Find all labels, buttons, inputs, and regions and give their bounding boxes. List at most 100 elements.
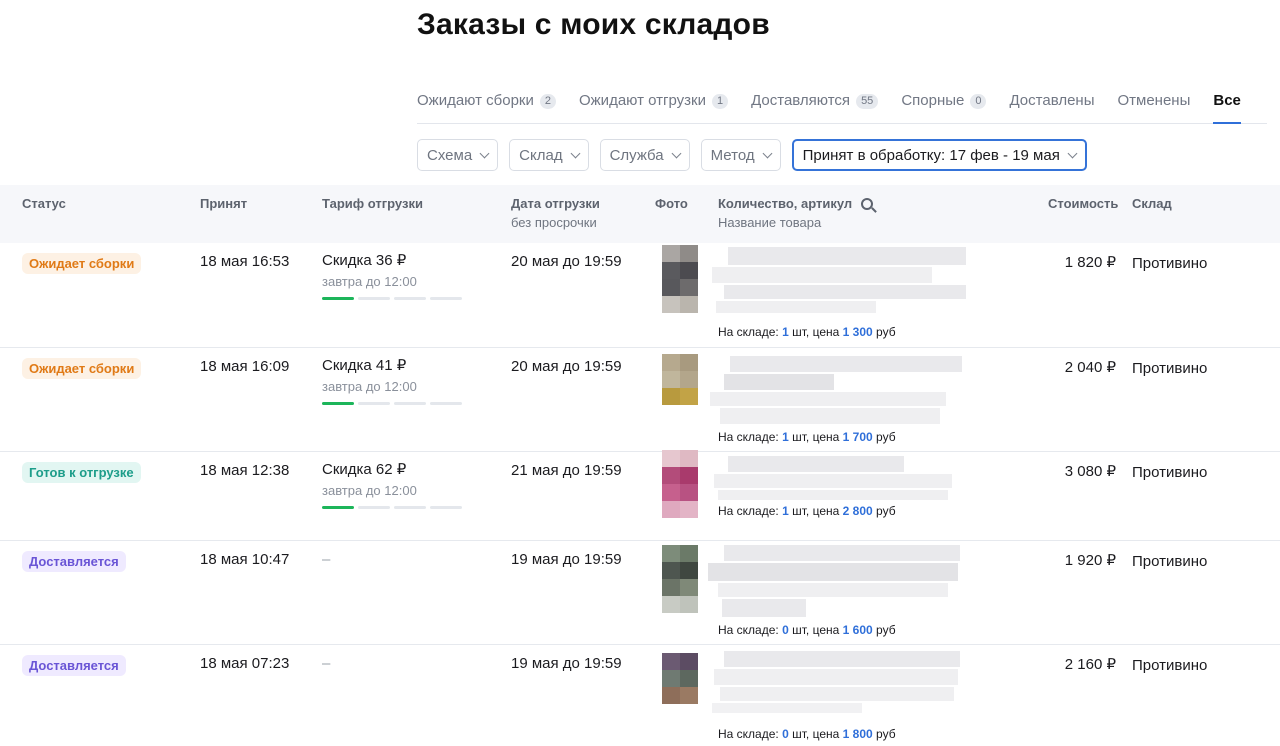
- column-header-sub: без просрочки: [511, 215, 597, 230]
- warehouse-name: Противино: [1132, 553, 1208, 570]
- column-header-label: Количество, артикул: [718, 196, 853, 211]
- stock-price-link[interactable]: 2 800: [843, 504, 873, 518]
- product-photo[interactable]: [662, 653, 698, 704]
- chevron-down-icon: [671, 148, 682, 158]
- product-name-blurred: [714, 456, 954, 500]
- chevron-down-icon: [1067, 148, 1078, 158]
- column-header-warehouse[interactable]: Склад: [1132, 196, 1172, 211]
- accepted-datetime: 18 мая 12:38: [200, 462, 290, 479]
- tariff-deadline: завтра до 12:00: [322, 379, 417, 394]
- stock-price-link[interactable]: 1 300: [843, 325, 873, 339]
- ship-date: 21 мая до 19:59: [511, 462, 622, 479]
- ship-date: 20 мая до 19:59: [511, 358, 622, 375]
- stock-price-link[interactable]: 1 700: [843, 430, 873, 444]
- tab-label: Доставлены: [1009, 92, 1095, 109]
- column-header-status[interactable]: Статус: [22, 196, 66, 211]
- filter-label: Метод: [710, 146, 755, 164]
- tab-label: Ожидают отгрузки: [578, 92, 706, 109]
- order-cost: 2 160 ₽: [1064, 656, 1116, 673]
- product-photo[interactable]: [662, 354, 698, 405]
- tariff-empty: –: [322, 655, 331, 672]
- column-header-quantity[interactable]: Количество, артикул Название товара: [718, 196, 874, 230]
- column-header-cost[interactable]: Стоимость: [1048, 196, 1118, 211]
- tariff-cell: Скидка 41 ₽ завтра до 12:00: [322, 356, 466, 405]
- order-cost: 1 820 ₽: [1064, 254, 1116, 271]
- tariff-name: Скидка 36 ₽: [322, 252, 407, 269]
- filter-label: Схема: [427, 146, 473, 164]
- column-header-label: Дата отгрузки: [511, 196, 600, 211]
- ship-date: 19 мая до 19:59: [511, 551, 622, 568]
- product-name-blurred: [710, 356, 966, 426]
- stock-info: На складе: 1 шт, цена 2 800 руб: [718, 504, 896, 518]
- column-header-photo: Фото: [655, 196, 688, 211]
- warehouse-name: Противино: [1132, 255, 1208, 272]
- tab-count-badge: 55: [856, 94, 879, 109]
- tab-awaiting-assembly[interactable]: Ожидают сборки 2: [417, 88, 556, 124]
- warehouse-name: Противино: [1132, 464, 1208, 481]
- tariff-cell: Скидка 36 ₽ завтра до 12:00: [322, 251, 466, 300]
- tariff-name: Скидка 62 ₽: [322, 461, 407, 478]
- tariff-deadline: завтра до 12:00: [322, 274, 417, 289]
- accepted-datetime: 18 мая 16:09: [200, 358, 290, 375]
- product-photo[interactable]: [662, 245, 698, 313]
- accepted-datetime: 18 мая 16:53: [200, 253, 290, 270]
- product-name-blurred: [708, 545, 964, 617]
- status-badge: Ожидает сборки: [22, 253, 142, 274]
- product-name-blurred: [712, 247, 968, 313]
- tab-delivered[interactable]: Доставлены: [1009, 88, 1094, 124]
- filter-method-dropdown[interactable]: Метод: [700, 139, 781, 171]
- chevron-down-icon: [762, 148, 773, 158]
- tab-all[interactable]: Все: [1213, 88, 1241, 124]
- status-badge: Ожидает сборки: [22, 358, 142, 379]
- filter-service-dropdown[interactable]: Служба: [599, 139, 690, 171]
- filter-warehouse-dropdown[interactable]: Склад: [509, 139, 589, 171]
- tab-count-badge: 0: [970, 94, 987, 109]
- stock-info: На складе: 0 шт, цена 1 600 руб: [718, 623, 896, 637]
- tab-label: Спорные: [901, 92, 965, 109]
- ship-date: 19 мая до 19:59: [511, 655, 622, 672]
- table-row[interactable]: Готов к отгрузке 18 мая 12:38 Скидка 62 …: [0, 450, 1280, 541]
- accepted-datetime: 18 мая 07:23: [200, 655, 290, 672]
- tariff-deadline: завтра до 12:00: [322, 483, 417, 498]
- filter-label: Служба: [609, 146, 664, 164]
- table-header: Статус Принят Тариф отгрузки Дата отгруз…: [0, 185, 1280, 243]
- order-cost: 2 040 ₽: [1064, 359, 1116, 376]
- tab-awaiting-shipment[interactable]: Ожидают отгрузки 1: [578, 88, 729, 124]
- tariff-progress: [322, 297, 466, 300]
- tariff-name: Скидка 41 ₽: [322, 357, 407, 374]
- filter-bar: Схема Склад Служба Метод Принят в обрабо…: [417, 139, 1098, 171]
- filter-label: Принят в обработку: 17 фев - 19 мая: [802, 146, 1060, 164]
- tab-label: Доставляются: [751, 92, 851, 109]
- tab-delivering[interactable]: Доставляются 55: [751, 88, 879, 124]
- product-name-blurred: [708, 651, 964, 713]
- tab-cancelled[interactable]: Отменены: [1117, 88, 1190, 124]
- column-header-ship-date[interactable]: Дата отгрузки без просрочки: [511, 196, 600, 230]
- accepted-datetime: 18 мая 10:47: [200, 551, 290, 568]
- filter-scheme-dropdown[interactable]: Схема: [417, 139, 499, 171]
- order-cost: 1 920 ₽: [1064, 552, 1116, 569]
- table-row[interactable]: Ожидает сборки 18 мая 16:53 Скидка 36 ₽ …: [0, 243, 1280, 348]
- stock-price-link[interactable]: 1 600: [843, 623, 873, 637]
- stock-info: На складе: 1 шт, цена 1 300 руб: [718, 325, 896, 339]
- search-icon[interactable]: [861, 198, 874, 210]
- tariff-cell: Скидка 62 ₽ завтра до 12:00: [322, 460, 466, 509]
- filter-label: Склад: [519, 146, 563, 164]
- stock-info: На складе: 1 шт, цена 1 700 руб: [718, 430, 896, 444]
- table-row[interactable]: Доставляется 18 мая 10:47 – 19 мая до 19…: [0, 541, 1280, 645]
- status-badge: Доставляется: [22, 551, 126, 572]
- stock-price-link[interactable]: 1 800: [843, 727, 873, 741]
- product-photo[interactable]: [662, 545, 698, 613]
- chevron-down-icon: [570, 148, 581, 158]
- tariff-empty: –: [322, 551, 331, 568]
- column-header-accepted[interactable]: Принят: [200, 196, 247, 211]
- table-row[interactable]: Ожидает сборки 18 мая 16:09 Скидка 41 ₽ …: [0, 348, 1280, 452]
- product-photo[interactable]: [662, 450, 698, 518]
- tab-count-badge: 2: [539, 94, 556, 109]
- table-row[interactable]: Доставляется 18 мая 07:23 – 19 мая до 19…: [0, 645, 1280, 746]
- order-tabs: Ожидают сборки 2 Ожидают отгрузки 1 Дост…: [417, 88, 1267, 124]
- column-header-tariff[interactable]: Тариф отгрузки: [322, 196, 423, 211]
- filter-accepted-date-dropdown[interactable]: Принят в обработку: 17 фев - 19 мая: [791, 139, 1087, 171]
- warehouse-name: Противино: [1132, 360, 1208, 377]
- tab-disputed[interactable]: Спорные 0: [901, 88, 987, 124]
- status-badge: Готов к отгрузке: [22, 462, 141, 483]
